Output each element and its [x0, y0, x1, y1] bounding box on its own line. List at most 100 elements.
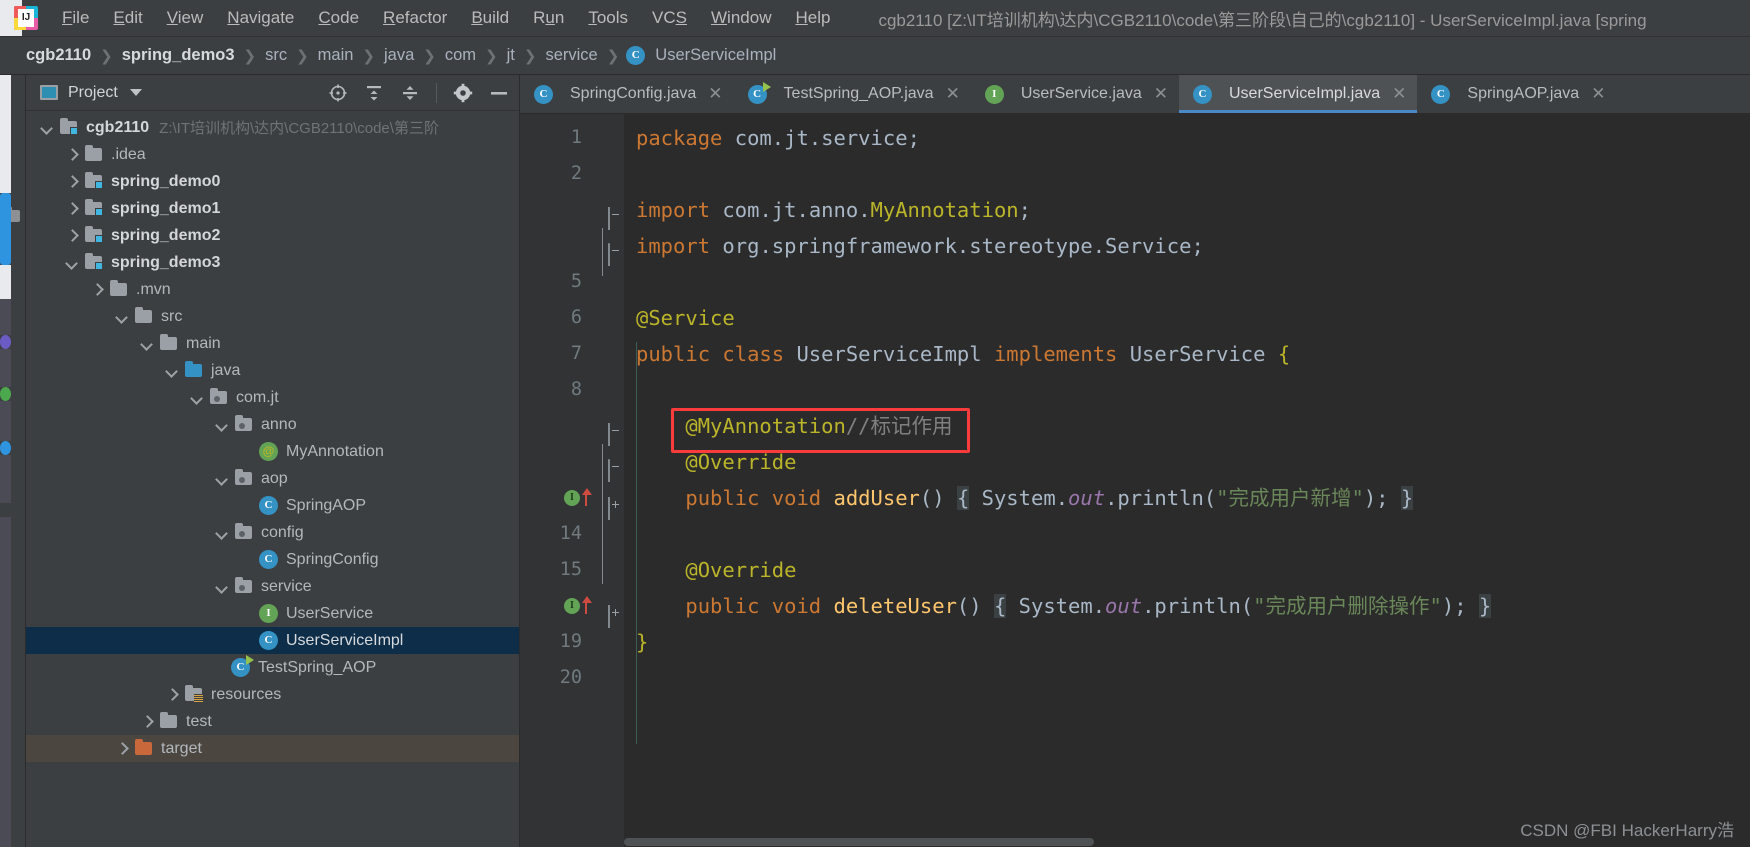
tree-row-mvn[interactable]: .mvn	[26, 276, 519, 303]
menu-tools[interactable]: Tools	[576, 5, 640, 31]
editor-tab-bar[interactable]: C SpringConfig.java ✕ C TestSpring_AOP.j…	[520, 75, 1750, 114]
chevron-down-icon[interactable]	[140, 337, 154, 351]
tree-row-com-jt[interactable]: com.jt	[26, 384, 519, 411]
breadcrumb-item-com[interactable]: com	[443, 46, 478, 65]
menu-code[interactable]: Code	[306, 5, 371, 31]
locate-icon[interactable]	[328, 83, 348, 103]
tab-label: SpringAOP.java	[1467, 85, 1579, 103]
menu-refactor[interactable]: Refactor	[371, 5, 459, 31]
implementing-method-icon[interactable]: I	[564, 598, 580, 614]
tree-row-target[interactable]: target	[26, 735, 519, 762]
menu-navigate[interactable]: Navigate	[215, 5, 306, 31]
collapse-all-icon[interactable]	[400, 83, 420, 103]
minimize-icon[interactable]	[489, 83, 509, 103]
tree-row-userserviceimpl[interactable]: C UserServiceImpl	[26, 627, 519, 654]
chevron-down-icon[interactable]	[40, 121, 54, 135]
menu-help[interactable]: Help	[783, 5, 842, 31]
tree-row-resources[interactable]: resources	[26, 681, 519, 708]
chevron-right-icon[interactable]	[140, 715, 154, 729]
tree-row-testspring-aop[interactable]: C TestSpring_AOP	[26, 654, 519, 681]
breadcrumb-item-jt[interactable]: jt	[505, 46, 517, 65]
menu-view[interactable]: View	[155, 5, 216, 31]
menu-edit[interactable]: Edit	[101, 5, 154, 31]
menu-window[interactable]: Window	[699, 5, 783, 31]
chevron-right-icon[interactable]	[65, 175, 79, 189]
breadcrumb-item-java[interactable]: java	[382, 46, 416, 65]
tab-springaop-java[interactable]: C SpringAOP.java ✕	[1417, 75, 1616, 113]
tree-label: SpringAOP	[286, 497, 366, 515]
chevron-down-icon[interactable]	[65, 256, 79, 270]
tree-row-cgb2110[interactable]: cgb2110 Z:\IT培训机构\达内\CGB2110\code\第三阶	[26, 114, 519, 141]
code-line-3: import com.jt.anno.MyAnnotation;	[624, 192, 1750, 228]
menu-vcs[interactable]: VCS	[640, 5, 699, 31]
tree-row-spring-demo3[interactable]: spring_demo3	[26, 249, 519, 276]
close-icon[interactable]: ✕	[1154, 84, 1168, 104]
chevron-right-icon[interactable]	[165, 688, 179, 702]
breadcrumb-item-service[interactable]: service	[543, 46, 599, 65]
menu-run[interactable]: Run	[521, 5, 576, 31]
chevron-down-icon[interactable]	[215, 580, 229, 594]
tab-userservice-java[interactable]: I UserService.java ✕	[971, 75, 1179, 113]
line-number: 19	[520, 624, 624, 660]
code-text-area[interactable]: package com.jt.service; import com.jt.an…	[624, 114, 1750, 847]
tree-row-spring-demo0[interactable]: spring_demo0	[26, 168, 519, 195]
tree-row-service[interactable]: service	[26, 573, 519, 600]
gear-icon[interactable]	[453, 83, 473, 103]
tree-row-src[interactable]: src	[26, 303, 519, 330]
tree-row-java[interactable]: java	[26, 357, 519, 384]
tree-row-config[interactable]: config	[26, 519, 519, 546]
close-icon[interactable]: ✕	[946, 84, 960, 104]
tree-row-idea[interactable]: .idea	[26, 141, 519, 168]
breadcrumb-item-main[interactable]: main	[316, 46, 356, 65]
breadcrumb-item-userserviceimpl[interactable]: UserServiceImpl	[653, 46, 778, 65]
menu-build[interactable]: Build	[459, 5, 521, 31]
breadcrumb-item-cgb2110[interactable]: cgb2110	[24, 46, 93, 65]
chevron-down-icon[interactable]	[165, 364, 179, 378]
chevron-down-icon[interactable]	[215, 472, 229, 486]
expand-all-icon[interactable]	[364, 83, 384, 103]
tab-testspring-aop-java[interactable]: C TestSpring_AOP.java ✕	[734, 75, 971, 113]
tree-row-springaop[interactable]: C SpringAOP	[26, 492, 519, 519]
chevron-down-icon[interactable]	[215, 418, 229, 432]
fold-start-icon[interactable]	[595, 417, 610, 435]
menu-bar[interactable]: File Edit View Navigate Code Refactor Bu…	[50, 5, 842, 31]
scrollbar-thumb[interactable]	[624, 838, 1094, 846]
code-line-2	[624, 156, 1750, 192]
tree-row-spring-demo1[interactable]: spring_demo1	[26, 195, 519, 222]
tree-row-springconfig[interactable]: C SpringConfig	[26, 546, 519, 573]
chevron-down-icon[interactable]	[190, 391, 204, 405]
chevron-right-icon[interactable]	[115, 742, 129, 756]
implementing-method-icon[interactable]: I	[564, 490, 580, 506]
chevron-right-icon[interactable]	[65, 202, 79, 216]
tree-row-userservice[interactable]: I UserService	[26, 600, 519, 627]
close-icon[interactable]: ✕	[708, 84, 722, 104]
chevron-right-icon[interactable]	[90, 283, 104, 297]
project-view-icon	[40, 85, 58, 100]
chevron-down-icon[interactable]	[130, 89, 142, 96]
chevron-right-icon[interactable]	[65, 148, 79, 162]
breadcrumb-item-src[interactable]: src	[263, 46, 289, 65]
tree-row-myannotation[interactable]: @ MyAnnotation	[26, 438, 519, 465]
tab-userserviceimpl-java[interactable]: C UserServiceImpl.java ✕	[1179, 75, 1417, 113]
fold-collapsed-icon[interactable]	[595, 599, 610, 614]
fold-region-line	[602, 444, 603, 584]
close-icon[interactable]: ✕	[1591, 84, 1605, 104]
editor-gutter[interactable]: 1 2 5 6 7 8	[520, 114, 624, 847]
tree-row-main[interactable]: main	[26, 330, 519, 357]
tab-springconfig-java[interactable]: C SpringConfig.java ✕	[520, 75, 734, 113]
chevron-down-icon[interactable]	[215, 526, 229, 540]
chevron-down-icon[interactable]	[115, 310, 129, 324]
close-icon[interactable]: ✕	[1392, 84, 1406, 104]
fold-start-icon[interactable]	[595, 201, 610, 219]
chevron-right-icon[interactable]	[65, 229, 79, 243]
tree-label: resources	[211, 686, 281, 704]
code-editor[interactable]: 1 2 5 6 7 8	[520, 114, 1750, 847]
menu-file[interactable]: File	[50, 5, 101, 31]
breadcrumb-item-spring-demo3[interactable]: spring_demo3	[120, 46, 237, 65]
package-folder-icon	[209, 389, 229, 406]
tree-row-anno[interactable]: anno	[26, 411, 519, 438]
project-tree[interactable]: cgb2110 Z:\IT培训机构\达内\CGB2110\code\第三阶 .i…	[26, 111, 519, 847]
tree-row-test[interactable]: test	[26, 708, 519, 735]
tree-row-aop[interactable]: aop	[26, 465, 519, 492]
tree-row-spring-demo2[interactable]: spring_demo2	[26, 222, 519, 249]
